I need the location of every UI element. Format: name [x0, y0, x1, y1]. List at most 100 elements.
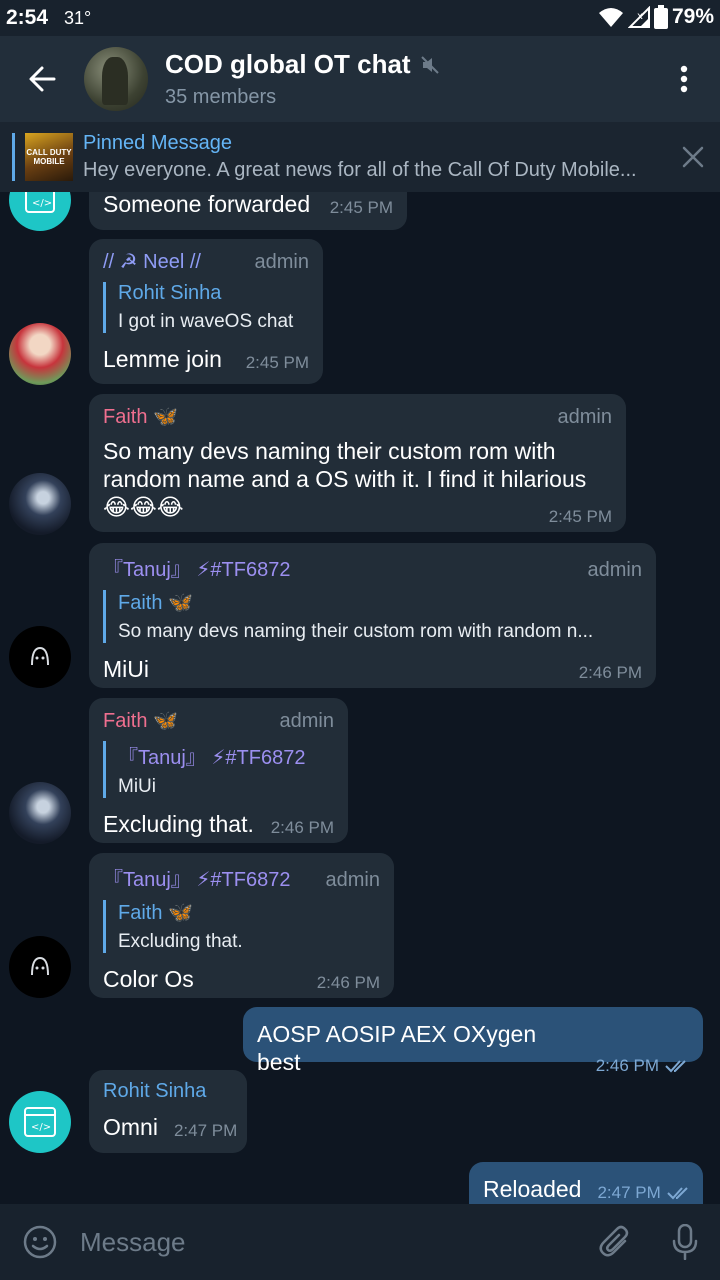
message-bubble[interactable]: Faith 🦋 admin So many devs naming their …	[89, 394, 626, 532]
message-input[interactable]	[80, 1226, 580, 1258]
pinned-text-block: Pinned Message Hey everyone. A great new…	[83, 132, 663, 182]
group-avatar[interactable]	[84, 47, 148, 111]
message-text: Color Os	[103, 966, 194, 992]
double-check-icon	[665, 1060, 686, 1073]
pinned-thumb-text: CALL DUTY MOBILE	[26, 148, 72, 166]
message-bubble-outgoing[interactable]: AOSP AOSIP AEX OXygen best 2:46 PM	[243, 1007, 703, 1075]
avatar[interactable]	[9, 936, 71, 998]
back-arrow-icon	[29, 66, 56, 92]
sender-name[interactable]: 『Tanuj』 ⚡#TF6872	[103, 553, 290, 582]
sender-name[interactable]: // ☭ Neel //	[103, 249, 201, 274]
svg-text:</>: </>	[31, 1122, 51, 1133]
status-time: 2:54	[6, 6, 49, 29]
admin-badge: admin	[325, 869, 380, 891]
mute-icon	[420, 55, 439, 74]
message-list[interactable]: </> Someone forwarded 2:45 PM // ☭ Neel …	[0, 192, 720, 1204]
avatar[interactable]	[9, 626, 71, 688]
svg-text:</>: </>	[32, 198, 52, 209]
mic-icon	[672, 1224, 698, 1260]
reply-quote[interactable]: 『Tanuj』 ⚡#TF6872 MiUi	[103, 741, 334, 798]
pinned-preview: Hey everyone. A great news for all of th…	[83, 159, 637, 181]
status-temperature: 31°	[64, 7, 92, 28]
more-menu-button[interactable]	[648, 36, 720, 122]
attach-button[interactable]	[580, 1204, 650, 1280]
code-icon: </>	[24, 1107, 56, 1137]
status-bar: 2:54 31° x 79%	[0, 0, 720, 36]
status-icons: x 79%	[598, 5, 714, 29]
mask-icon	[31, 646, 49, 666]
pinned-accent	[12, 133, 15, 181]
emoji-icon	[23, 1225, 57, 1259]
mask-icon	[31, 956, 49, 976]
sender-name[interactable]: Faith 🦋	[103, 404, 178, 429]
message-text: Omni	[103, 1114, 158, 1140]
more-vert-icon	[680, 65, 688, 93]
pinned-title: Pinned Message	[83, 132, 232, 154]
message-bubble[interactable]: 『Tanuj』 ⚡#TF6872 admin Faith 🦋 So many d…	[89, 543, 656, 688]
admin-badge: admin	[587, 559, 642, 581]
message-time: 2:46 PM	[578, 663, 642, 682]
message-text: Reloaded	[483, 1176, 582, 1202]
pinned-message-bar[interactable]: CALL DUTY MOBILE Pinned Message Hey ever…	[0, 122, 720, 192]
header-titles[interactable]: COD global OT chat 35 members	[165, 49, 648, 109]
member-count: 35 members	[165, 86, 277, 108]
reply-quote[interactable]: Faith 🦋 So many devs naming their custom…	[103, 590, 642, 643]
admin-badge: admin	[279, 710, 334, 732]
sender-name[interactable]: 『Tanuj』 ⚡#TF6872	[103, 863, 290, 892]
avatar[interactable]	[9, 323, 71, 385]
message-time: 2:46 PM	[595, 1056, 659, 1075]
avatar[interactable]	[9, 473, 71, 535]
admin-badge: admin	[254, 251, 309, 273]
reply-sender: Faith 🦋	[118, 592, 193, 614]
message-time: 2:45 PM	[245, 353, 309, 372]
avatar[interactable]	[9, 782, 71, 844]
reply-text: I got in waveOS chat	[118, 311, 294, 332]
back-button[interactable]	[0, 36, 84, 122]
mic-button[interactable]	[650, 1204, 720, 1280]
avatar[interactable]: </>	[9, 192, 71, 231]
reply-text: MiUi	[118, 776, 156, 797]
reply-text: Excluding that.	[118, 931, 243, 952]
wifi-icon	[598, 8, 623, 27]
message-bubble[interactable]: Rohit Sinha Omni 2:47 PM	[89, 1070, 247, 1153]
message-text: MiUi	[103, 656, 149, 682]
message-bubble[interactable]: 『Tanuj』 ⚡#TF6872 admin Faith 🦋 Excluding…	[89, 853, 394, 998]
double-check-icon	[667, 1187, 688, 1200]
reply-quote[interactable]: Rohit Sinha I got in waveOS chat	[103, 282, 309, 333]
message-text: Lemme join	[103, 346, 222, 372]
reply-sender: Faith 🦋	[118, 902, 193, 924]
reply-sender: 『Tanuj』 ⚡#TF6872	[118, 747, 306, 769]
message-time: 2:47 PM	[597, 1183, 661, 1202]
message-text: Someone forwarded	[103, 192, 311, 217]
message-text: AOSP AOSIP AEX OXygen best	[257, 1021, 537, 1075]
message-bubble[interactable]: Faith 🦋 admin 『Tanuj』 ⚡#TF6872 MiUi Excl…	[89, 698, 348, 843]
battery-icon	[653, 5, 668, 29]
message-bubble[interactable]: Someone forwarded 2:45 PM	[89, 192, 407, 230]
chat-title: COD global OT chat	[165, 49, 411, 79]
message-time: 2:45 PM	[329, 198, 393, 217]
admin-badge: admin	[557, 406, 612, 428]
chat-header: COD global OT chat 35 members	[0, 36, 720, 122]
message-time: 2:45 PM	[548, 507, 612, 526]
compose-bar	[0, 1204, 720, 1280]
message-time: 2:46 PM	[270, 818, 334, 837]
message-text: Excluding that.	[103, 811, 254, 837]
attach-icon	[599, 1225, 629, 1257]
pinned-thumbnail: CALL DUTY MOBILE	[25, 133, 73, 181]
code-icon: </>	[25, 192, 55, 213]
message-bubble[interactable]: // ☭ Neel // admin Rohit Sinha I got in …	[89, 239, 323, 384]
chat-title-row: COD global OT chat	[165, 49, 648, 80]
sender-name[interactable]: Faith 🦋	[103, 708, 178, 733]
reply-text: So many devs naming their custom rom wit…	[118, 621, 594, 642]
message-bubble-outgoing[interactable]: Reloaded 2:47 PM	[469, 1162, 703, 1204]
svg-text:x: x	[637, 11, 643, 22]
sender-name[interactable]: Rohit Sinha	[103, 1080, 233, 1103]
emoji-button[interactable]	[0, 1204, 80, 1280]
message-time: 2:47 PM	[173, 1121, 238, 1140]
reply-quote[interactable]: Faith 🦋 Excluding that.	[103, 900, 380, 953]
avatar[interactable]: </>	[9, 1091, 71, 1153]
battery-percent: 79%	[671, 5, 714, 28]
reply-sender: Rohit Sinha	[118, 282, 222, 304]
close-icon[interactable]	[680, 144, 706, 170]
message-time: 2:46 PM	[316, 973, 380, 992]
